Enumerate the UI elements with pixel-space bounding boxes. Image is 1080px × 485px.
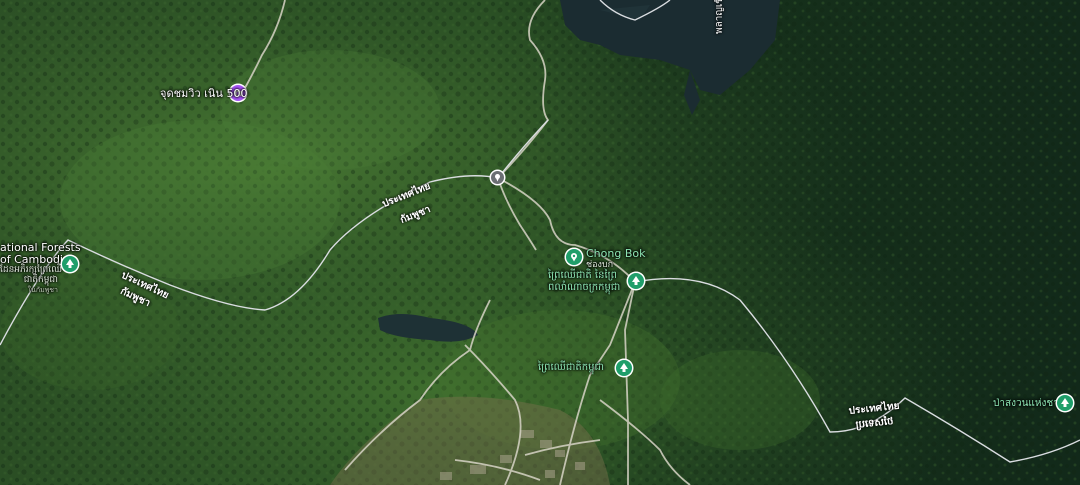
pin-icon [495, 174, 500, 182]
khmer-forest-2-marker[interactable] [616, 360, 632, 376]
chong-bok-marker[interactable] [566, 249, 582, 265]
poi-sublabel-national-forests: ដែនអភិរក្សព្រៃឈើ ជាតិកម្ពុជា ในกัมพูชา [0, 265, 63, 295]
place-icon [571, 253, 577, 262]
water-label: พลาญเขือง [714, 0, 725, 34]
tree-icon [620, 363, 628, 372]
poi-label-chong-bok[interactable]: Chong Bok [586, 248, 645, 260]
tree-icon [1061, 398, 1069, 407]
poi-sublabel-line1: ដែនអភិរក្សព្រៃឈើ [0, 265, 63, 275]
poi-sublabel-chong-bok: ช่องบก [586, 260, 614, 270]
khmer-forest-1-marker[interactable] [628, 273, 644, 289]
poi-label-line2: ពលាំណាចក្រកម្ពុជា [548, 282, 621, 293]
poi-label-national-forests[interactable]: ational Forests of Cambodia [0, 242, 81, 266]
poi-label-thai-reserve-forest[interactable]: ป่าสงวนแห่งชาติ [993, 398, 1065, 410]
satellite-imagery [0, 0, 1080, 485]
poi-label-khmer-forest-1[interactable]: ព្រៃឈើជាតិ នៃព្រៃ ពលាំណាចក្រកម្ពុជា [548, 270, 620, 294]
poi-label-line1: ព្រៃឈើជាតិ នៃព្រៃ [548, 270, 617, 281]
poi-sublabel-line2: ជាតិកម្ពុជា [23, 275, 58, 285]
poi-label-khmer-forest-2[interactable]: ព្រៃឈើជាតិកម្ពុជា [538, 362, 604, 374]
poi-label-viewpoint[interactable]: จุดชมวิว เนิน 500 [160, 88, 247, 100]
tree-icon [632, 276, 640, 285]
poi-sublabel-line3: ในกัมพูชา [27, 286, 58, 294]
thai-reserve-forest-marker[interactable] [1057, 395, 1073, 411]
national-forests-marker[interactable] [62, 256, 78, 272]
tree-icon [66, 259, 74, 268]
junction-marker[interactable] [491, 171, 504, 184]
satellite-map[interactable]: พลาญเขือง ประเทศไทย กัมพูชา ประเทศไทย กั… [0, 0, 1080, 485]
